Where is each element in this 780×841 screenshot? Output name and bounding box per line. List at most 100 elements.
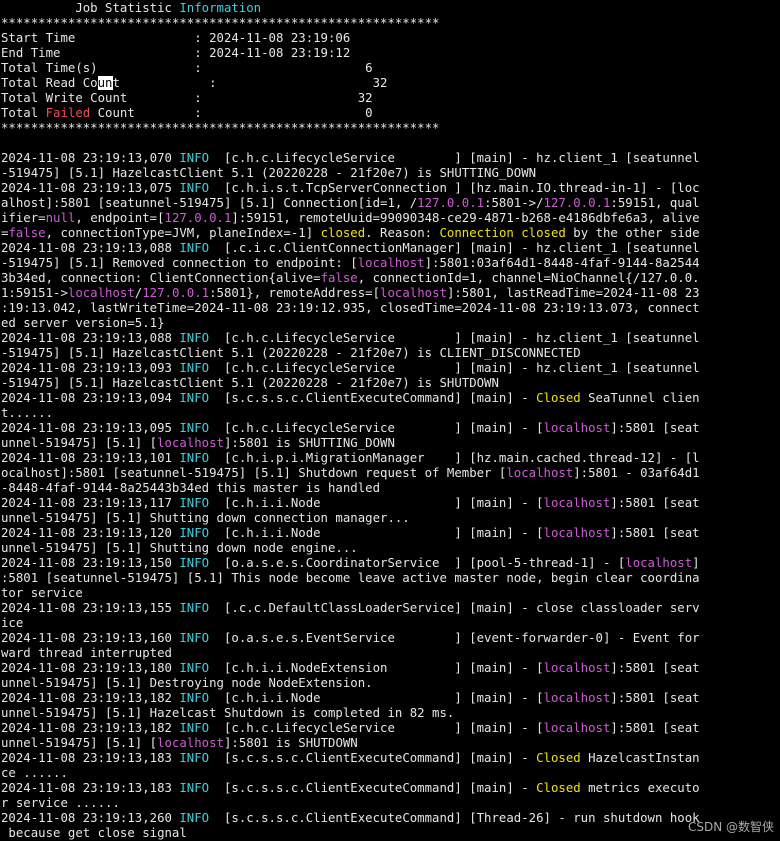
log-text: localhost: [543, 526, 611, 540]
log-text: localhost: [625, 556, 693, 570]
log-line: ce ......: [1, 766, 780, 781]
log-text: localhost: [157, 736, 224, 750]
log-text: metrics executo: [580, 781, 700, 795]
log-text: 2024-11-08 23:19:13,093: [1, 361, 180, 375]
log-text: 2024-11-08 23:19:13,150: [1, 556, 180, 570]
log-text: INFO: [179, 451, 210, 465]
terminal-output[interactable]: Job Statistic Information ***************…: [1, 1, 780, 841]
log-text: [c.h.c.LifecycleService ] [main] - hz.cl…: [209, 331, 700, 345]
log-text: 127.0.0.1: [417, 196, 485, 210]
log-text: closed: [320, 226, 366, 240]
log-text: localhost: [67, 286, 135, 300]
log-text: Job Statistic: [1, 1, 180, 15]
log-line: 2024-11-08 23:19:13,182 INFO [c.h.i.i.No…: [1, 691, 780, 706]
log-text: Closed: [536, 781, 581, 795]
log-text: [c.h.i.i.Node ] [main] - [: [209, 691, 544, 705]
log-text: INFO: [179, 661, 210, 675]
log-text: ]:5801 is SHUTDOWN: [223, 736, 358, 750]
log-text: [c.h.c.LifecycleService ] [main] - [: [209, 721, 544, 735]
log-text: 2024-11-08 23:19:13,075: [1, 181, 180, 195]
log-line: Start Time : 2024-11-08 23:19:06: [1, 31, 780, 46]
log-text: 2024-11-08 23:19:13,101: [1, 451, 180, 465]
log-text: INFO: [179, 361, 210, 375]
log-text: . Reason:: [365, 226, 440, 240]
log-line: :19:13.042, lastWriteTime=2024-11-08 23:…: [1, 301, 780, 316]
log-text: INFO: [179, 241, 210, 255]
log-text: [c.h.c.LifecycleService ] [main] - hz.cl…: [209, 361, 700, 375]
log-text: unnel-519475] [5.1] Shutting down node e…: [1, 541, 358, 555]
log-text: [.c.c.DefaultClassLoaderService] [main] …: [209, 601, 700, 615]
log-line: unnel-519475] [5.1] Shutting down node e…: [1, 541, 780, 556]
log-text: , connectionType=JVM, planeIndex=-1]: [45, 226, 321, 240]
log-text: 2024-11-08 23:19:13,182: [1, 721, 180, 735]
log-text: localhost: [357, 256, 425, 270]
log-line: 2024-11-08 23:19:13,095 INFO [c.h.c.Life…: [1, 421, 780, 436]
log-text: SeaTunnel clien: [580, 391, 700, 405]
log-line: ****************************************…: [1, 16, 780, 31]
log-line: ward thread interrupted: [1, 646, 780, 661]
log-text: INFO: [179, 151, 210, 165]
log-text: INFO: [179, 181, 210, 195]
log-text: Total: [1, 106, 46, 120]
log-text: false: [8, 226, 46, 240]
log-text: ]:5801 [seat: [610, 421, 700, 435]
watermark: CSDN @数智侠: [687, 820, 774, 834]
log-text: [s.c.s.s.c.ClientExecuteCommand] [main] …: [209, 751, 537, 765]
log-text: ]: [692, 556, 700, 570]
log-text: 2024-11-08 23:19:13,155: [1, 601, 180, 615]
log-text: ed server version=5.1}: [1, 316, 165, 330]
log-text: 2024-11-08 23:19:13,160: [1, 631, 180, 645]
log-text: ]:5801 [seat: [610, 496, 700, 510]
log-text: 127.0.0.1: [543, 196, 611, 210]
log-line: unnel-519475] [5.1] Destroying node Node…: [1, 676, 780, 691]
log-line: alhost]:5801 [seatunnel-519475] [5.1] Co…: [1, 196, 780, 211]
log-text: INFO: [179, 811, 210, 825]
log-text: ]:59151, remoteUuid=99090348-ce29-4871-b…: [231, 211, 700, 225]
log-text: unnel-519475] [5.1] Shutting down connec…: [1, 511, 410, 525]
log-text: localhost: [543, 721, 611, 735]
log-text: 2024-11-08 23:19:13,183: [1, 751, 180, 765]
log-text: INFO: [179, 751, 210, 765]
log-text: -519475] [5.1] HazelcastClient 5.1 (2022…: [1, 376, 499, 390]
log-line: ****************************************…: [1, 121, 780, 136]
log-text: [c.h.i.i.Node ] [main] - [: [209, 526, 544, 540]
log-line: ice: [1, 616, 780, 631]
log-text: [c.h.c.LifecycleService ] [main] - [: [209, 421, 544, 435]
log-line: :5801 [seatunnel-519475] [5.1] This node…: [1, 571, 780, 586]
log-line: -519475] [5.1] Removed connection to end…: [1, 256, 780, 271]
log-text: [c.h.i.i.NodeExtension ] [main] - [: [209, 661, 544, 675]
log-line: tor service: [1, 586, 780, 601]
log-line: 2024-11-08 23:19:13,075 INFO [c.h.i.s.t.…: [1, 181, 780, 196]
log-line: ed server version=5.1}: [1, 316, 780, 331]
log-line: Job Statistic Information: [1, 1, 780, 16]
log-text: ]:5801 [seat: [610, 691, 700, 705]
log-line: 2024-11-08 23:19:13,070 INFO [c.h.c.Life…: [1, 151, 780, 166]
log-text: Closed: [536, 391, 581, 405]
log-text: INFO: [179, 781, 210, 795]
log-text: ]:5801 is SHUTTING_DOWN: [223, 436, 395, 450]
log-text: -519475] [5.1] HazelcastClient 5.1 (2022…: [1, 346, 581, 360]
log-text: t......: [1, 406, 54, 420]
log-line: 2024-11-08 23:19:13,182 INFO [c.h.c.Life…: [1, 721, 780, 736]
log-text: [.c.i.c.ClientConnectionManager] [main] …: [209, 241, 700, 255]
log-line: because get close signal: [1, 826, 780, 841]
log-text: ****************************************…: [1, 121, 440, 135]
log-text: 2024-11-08 23:19:13,120: [1, 526, 180, 540]
log-line: 2024-11-08 23:19:13,150 INFO [o.a.s.e.s.…: [1, 556, 780, 571]
log-line: ifier=null, endpoint=[127.0.0.1]:59151, …: [1, 211, 780, 226]
log-text: [c.h.i.p.i.MigrationManager ] [hz.main.c…: [209, 451, 700, 465]
log-line: -8448-4faf-9144-8a25443b34ed this master…: [1, 481, 780, 496]
log-text: unnel-519475] [5.1] [: [1, 736, 158, 750]
log-text: [s.c.s.s.c.ClientExecuteCommand] [main] …: [209, 781, 537, 795]
log-text: alhost]:5801 [seatunnel-519475] [5.1] Co…: [1, 196, 418, 210]
log-text: -519475] [5.1] Removed connection to end…: [1, 256, 358, 270]
log-text: localhost: [543, 421, 611, 435]
log-text: [s.c.s.s.c.ClientExecuteCommand] [Thread…: [209, 811, 700, 825]
log-text: tor service: [1, 586, 83, 600]
log-text: 127.0.0.1: [142, 286, 210, 300]
log-line: 2024-11-08 23:19:13,183 INFO [s.c.s.s.c.…: [1, 781, 780, 796]
log-text: INFO: [179, 721, 210, 735]
log-text: ****************************************…: [1, 16, 440, 30]
log-text: t : 32: [112, 76, 388, 90]
